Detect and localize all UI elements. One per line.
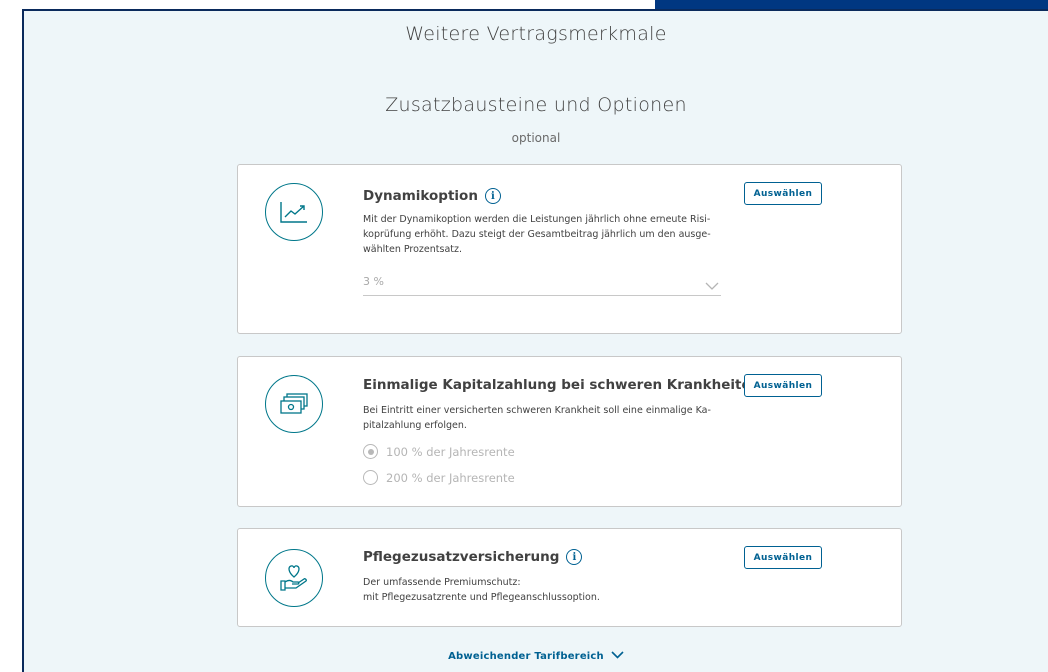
abweichender-tarifbereich-link[interactable]: Abweichender Tarifbereich <box>24 651 1048 662</box>
money-stack-icon <box>265 375 323 433</box>
card-description: Der umfassende Premiumschutz: mit Pflege… <box>363 575 728 605</box>
radio-button-selected[interactable] <box>363 444 378 459</box>
description-line: Bei Eintritt einer versicherten schweren… <box>363 405 711 416</box>
card-description: Bei Eintritt einer versicherten schweren… <box>363 403 728 433</box>
card-title: Einmalige Kapitalzahlung bei schweren Kr… <box>363 377 784 393</box>
card-kapitalzahlung: Einmalige Kapitalzahlung bei schweren Kr… <box>237 356 902 507</box>
description-line: Der umfassende Premiumschutz: <box>363 577 521 588</box>
card-title-text: Dynamikoption <box>363 188 478 204</box>
addons-title: Zusatzbausteine und Optionen <box>385 94 687 116</box>
card-title: Pflegezusatzversicherung i <box>363 549 583 565</box>
radio-option-200[interactable]: 200 % der Jahresrente <box>363 470 515 485</box>
description-line: Mit der Dynamikoption werden die Leistun… <box>363 214 711 225</box>
description-line: koprüfung erhöht. Dazu steigt der Gesamt… <box>363 229 711 240</box>
select-button[interactable]: Auswählen <box>744 374 822 397</box>
radio-label: 100 % der Jahresrente <box>386 444 515 459</box>
card-title-text: Pflegezusatzversicherung <box>363 549 560 565</box>
dropdown-value: 3 % <box>363 275 384 288</box>
description-line: mit Pflegezusatzrente und Pflegeanschlus… <box>363 592 600 603</box>
card-dynamikoption: Dynamikoption i Mit der Dynamikoption we… <box>237 164 902 334</box>
select-button[interactable]: Auswählen <box>744 546 822 569</box>
link-label: Abweichender Tarifbereich <box>448 651 604 662</box>
dynamik-percent-select[interactable]: 3 % <box>363 273 721 296</box>
card-title: Dynamikoption i <box>363 188 501 204</box>
chevron-down-icon <box>611 651 624 662</box>
description-line: wählten Prozentsatz. <box>363 244 463 255</box>
heart-in-hand-icon <box>265 549 323 607</box>
section-title: Weitere Vertragsmerkmale <box>405 23 667 45</box>
chevron-down-icon <box>705 276 719 295</box>
addons-subtitle: optional <box>511 131 561 145</box>
radio-label: 200 % der Jahresrente <box>386 470 515 485</box>
chart-trend-up-icon <box>265 183 323 241</box>
card-pflegezusatz: Pflegezusatzversicherung i Der umfassend… <box>237 528 902 627</box>
content-frame: Weitere Vertragsmerkmale Zusatzbausteine… <box>22 9 1048 672</box>
radio-option-100[interactable]: 100 % der Jahresrente <box>363 444 515 459</box>
info-icon[interactable]: i <box>566 549 583 565</box>
card-title-text: Einmalige Kapitalzahlung bei schweren Kr… <box>363 377 761 393</box>
info-icon[interactable]: i <box>484 188 501 204</box>
radio-button[interactable] <box>363 470 378 485</box>
select-button[interactable]: Auswählen <box>744 182 822 205</box>
description-line: pitalzahlung erfolgen. <box>363 420 467 431</box>
top-brand-bar <box>655 0 1048 9</box>
card-description: Mit der Dynamikoption werden die Leistun… <box>363 212 728 257</box>
